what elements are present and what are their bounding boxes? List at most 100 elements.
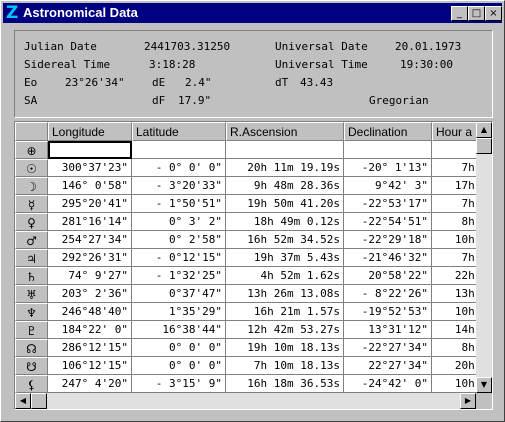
right-ascension-cell[interactable]: 19h 50m 41.20s: [226, 195, 344, 213]
hour-angle-cell[interactable]: 10h 2: [432, 231, 476, 249]
latitude-cell[interactable]: - 3°15' 9": [132, 375, 226, 393]
grid-corner-header: [15, 122, 48, 141]
earth-symbol-icon: ⊕: [15, 141, 48, 159]
declination-cell[interactable]: 22°27'34": [344, 357, 432, 375]
declination-cell[interactable]: 13°31'12": [344, 321, 432, 339]
right-ascension-cell[interactable]: 12h 42m 53.27s: [226, 321, 344, 339]
hour-angle-cell[interactable]: 8h 2: [432, 213, 476, 231]
longitude-cell[interactable]: 300°37'23": [48, 159, 132, 177]
hour-angle-cell[interactable]: 20h 0: [432, 357, 476, 375]
right-ascension-cell[interactable]: 7h 10m 18.13s: [226, 357, 344, 375]
declination-cell[interactable]: -22°54'51": [344, 213, 432, 231]
latitude-cell[interactable]: 0°37'47": [132, 285, 226, 303]
vertical-scrollbar[interactable]: ▲ ▼: [476, 122, 492, 393]
latitude-cell[interactable]: - 1°32'25": [132, 267, 226, 285]
declination-cell[interactable]: -22°27'34": [344, 339, 432, 357]
declination-cell[interactable]: -22°53'17": [344, 195, 432, 213]
latitude-cell[interactable]: 0° 2'58": [132, 231, 226, 249]
vertical-scroll-thumb[interactable]: [476, 138, 492, 154]
longitude-cell[interactable]: 246°48'40": [48, 303, 132, 321]
right-ascension-cell[interactable]: 16h 52m 34.52s: [226, 231, 344, 249]
latitude-cell[interactable]: 0° 0' 0": [132, 339, 226, 357]
declination-cell[interactable]: -21°46'32": [344, 249, 432, 267]
column-header-right-ascension[interactable]: R.Ascension: [226, 122, 344, 141]
empty-cell[interactable]: [432, 141, 476, 159]
latitude-cell[interactable]: 0° 0' 0": [132, 357, 226, 375]
dt-value: 43.43: [300, 76, 334, 89]
right-ascension-cell[interactable]: 18h 49m 0.12s: [226, 213, 344, 231]
title-bar[interactable]: Z Astronomical Data _ □ ×: [3, 3, 502, 23]
longitude-cell[interactable]: 254°27'34": [48, 231, 132, 249]
hour-angle-cell[interactable]: 22h 2: [432, 267, 476, 285]
right-ascension-cell[interactable]: 4h 52m 1.62s: [226, 267, 344, 285]
hour-angle-cell[interactable]: 7h 0: [432, 159, 476, 177]
right-ascension-cell[interactable]: 9h 48m 28.36s: [226, 177, 344, 195]
declination-cell[interactable]: -22°29'18": [344, 231, 432, 249]
hour-angle-cell[interactable]: 13h 5: [432, 285, 476, 303]
empty-cell[interactable]: [226, 141, 344, 159]
hour-angle-cell[interactable]: 14h 3: [432, 321, 476, 339]
right-ascension-cell[interactable]: 20h 11m 19.19s: [226, 159, 344, 177]
latitude-cell[interactable]: - 0° 0' 0": [132, 159, 226, 177]
universal-time-label: Universal Time: [275, 58, 368, 71]
selected-input-cell[interactable]: [48, 141, 132, 159]
hour-angle-cell[interactable]: 17h 2: [432, 177, 476, 195]
hour-angle-cell[interactable]: 10h 5: [432, 303, 476, 321]
hour-angle-cell[interactable]: 8h 0: [432, 339, 476, 357]
eo-label: Eo: [24, 76, 38, 89]
right-ascension-cell[interactable]: 13h 26m 13.08s: [226, 285, 344, 303]
declination-cell[interactable]: -24°42' 0": [344, 375, 432, 393]
app-logo-icon: Z: [6, 3, 19, 23]
longitude-cell[interactable]: 292°26'31": [48, 249, 132, 267]
right-ascension-cell[interactable]: 16h 18m 36.53s: [226, 375, 344, 393]
longitude-cell[interactable]: 247° 4'20": [48, 375, 132, 393]
planet-symbol-icon: ☋: [15, 357, 48, 375]
longitude-cell[interactable]: 286°12'15": [48, 339, 132, 357]
hour-angle-cell[interactable]: 7h 4: [432, 249, 476, 267]
scroll-left-button[interactable]: ◀: [15, 393, 31, 409]
latitude-cell[interactable]: 1°35'29": [132, 303, 226, 321]
planet-data-grid[interactable]: Longitude Latitude R.Ascension Declinati…: [14, 121, 493, 410]
column-header-latitude[interactable]: Latitude: [132, 122, 226, 141]
declination-cell[interactable]: -20° 1'13": [344, 159, 432, 177]
latitude-cell[interactable]: - 1°50'51": [132, 195, 226, 213]
declination-cell[interactable]: - 8°22'26": [344, 285, 432, 303]
empty-cell[interactable]: [344, 141, 432, 159]
latitude-cell[interactable]: - 0°12'15": [132, 249, 226, 267]
hour-angle-cell[interactable]: 7h 2: [432, 195, 476, 213]
declination-cell[interactable]: 9°42' 3": [344, 177, 432, 195]
longitude-cell[interactable]: 74° 9'27": [48, 267, 132, 285]
sidereal-time-value: 3:18:28: [149, 58, 196, 71]
close-button[interactable]: ×: [485, 6, 502, 21]
horizontal-scrollbar[interactable]: ◀ ▶: [15, 393, 476, 409]
column-header-declination[interactable]: Declination: [344, 122, 432, 141]
longitude-cell[interactable]: 106°12'15": [48, 357, 132, 375]
julian-date-value: 2441703.31250: [144, 40, 231, 53]
maximize-button[interactable]: □: [468, 6, 485, 21]
scroll-up-button[interactable]: ▲: [476, 122, 492, 138]
right-ascension-cell[interactable]: 16h 21m 1.57s: [226, 303, 344, 321]
longitude-cell[interactable]: 203° 2'36": [48, 285, 132, 303]
minimize-button[interactable]: _: [451, 6, 468, 21]
latitude-cell[interactable]: - 3°20'33": [132, 177, 226, 195]
latitude-cell[interactable]: 0° 3' 2": [132, 213, 226, 231]
latitude-cell[interactable]: 16°38'44": [132, 321, 226, 339]
hour-angle-cell[interactable]: 10h 5: [432, 375, 476, 393]
calendar-system: Gregorian: [369, 94, 429, 107]
scroll-down-button[interactable]: ▼: [476, 377, 492, 393]
longitude-cell[interactable]: 146° 0'58": [48, 177, 132, 195]
column-header-hour-angle[interactable]: Hour a: [432, 122, 476, 141]
longitude-cell[interactable]: 184°22' 0": [48, 321, 132, 339]
planet-symbol-icon: ♆: [15, 303, 48, 321]
declination-cell[interactable]: 20°58'22": [344, 267, 432, 285]
scroll-right-button[interactable]: ▶: [460, 393, 476, 409]
longitude-cell[interactable]: 281°16'14": [48, 213, 132, 231]
right-ascension-cell[interactable]: 19h 10m 18.13s: [226, 339, 344, 357]
longitude-cell[interactable]: 295°20'41": [48, 195, 132, 213]
empty-cell[interactable]: [132, 141, 226, 159]
declination-cell[interactable]: -19°52'53": [344, 303, 432, 321]
column-header-longitude[interactable]: Longitude: [48, 122, 132, 141]
horizontal-scroll-thumb[interactable]: [31, 393, 47, 409]
right-ascension-cell[interactable]: 19h 37m 5.43s: [226, 249, 344, 267]
planet-symbol-icon: ⚸: [15, 375, 48, 393]
